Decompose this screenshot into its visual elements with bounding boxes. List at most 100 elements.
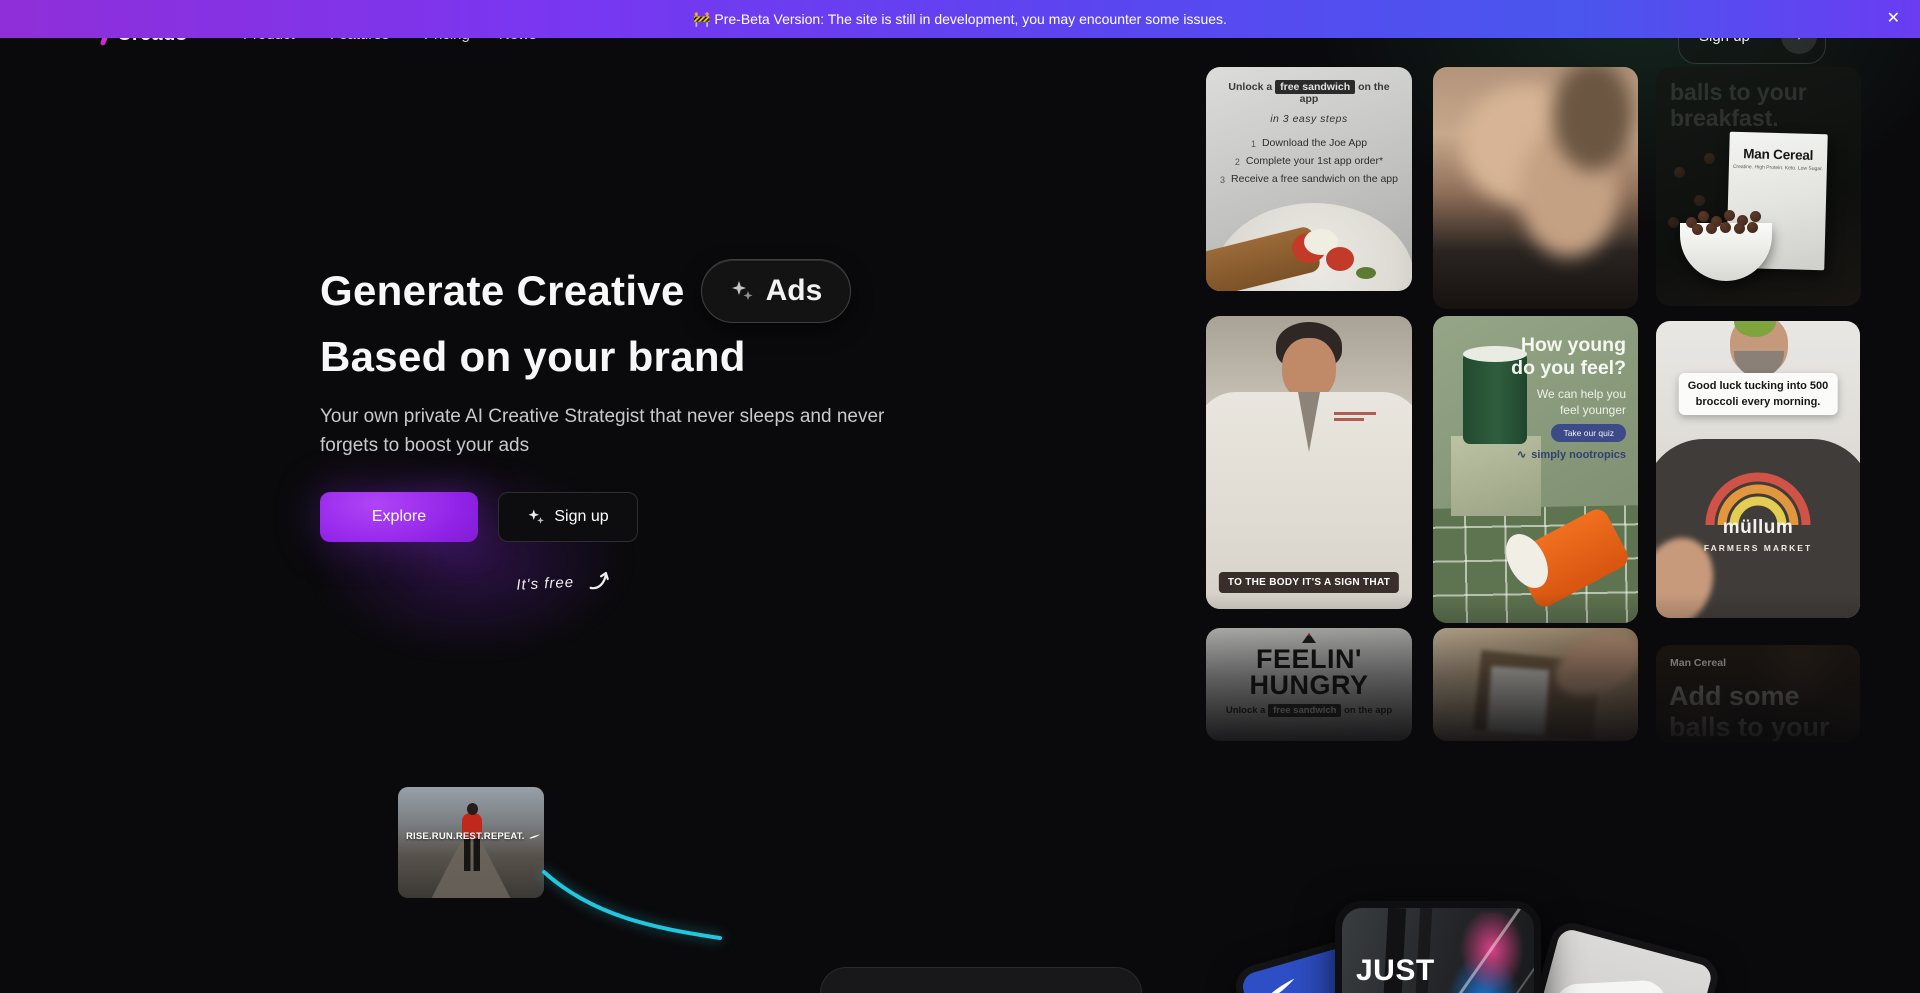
ad-card-nootropics: How young do you feel? We can help you f… xyxy=(1433,316,1638,623)
broccoli-caption-line2: broccoli every morning. xyxy=(1696,396,1821,408)
sandwich-headline-pre: Unlock a xyxy=(1228,81,1272,93)
hero-signup-label: Sign up xyxy=(554,508,608,526)
sandwich-steps-list: 1 Download the Joe App 2 Complete your 1… xyxy=(1216,135,1402,189)
step-number: 3 xyxy=(1220,171,1225,189)
sandwich-step: 1 Download the Joe App xyxy=(1216,135,1402,153)
prebeta-banner: 🚧 Pre-Beta Version: The site is still in… xyxy=(0,0,1920,38)
broccoli-caption-line1: Good luck tucking into 500 xyxy=(1688,380,1829,392)
nootropics-sub-line2: feel younger xyxy=(1560,403,1626,417)
ads-badge: Ads xyxy=(701,259,852,323)
tee-sub-text: FARMERS MARKET xyxy=(1656,543,1860,553)
nootropics-headline: How young do you feel? xyxy=(1511,334,1626,380)
tee-brand-text: müllum xyxy=(1656,517,1860,539)
hero-subtitle-line2: forgets to boost your ads xyxy=(320,435,529,456)
step-text: Complete your 1st app order* xyxy=(1246,153,1383,171)
nootropics-sub-line1: We can help you xyxy=(1537,387,1626,401)
hungry-line2: HUNGRY xyxy=(1249,670,1368,700)
sandwich-headline: Unlock a free sandwich on the app xyxy=(1218,81,1400,105)
nike-ad-text: RISE.RUN.REST.REPEAT. xyxy=(406,831,540,842)
nike-swoosh-icon xyxy=(1259,977,1300,993)
nootropics-headline-line1: How young xyxy=(1521,334,1626,356)
runner-legs-graphic xyxy=(464,837,480,871)
hair-blur-shape xyxy=(1553,67,1633,171)
jdi-line1: JUST xyxy=(1356,954,1435,987)
ad-card-doctor-video: TO THE BODY IT'S A SIGN THAT xyxy=(1206,316,1412,609)
cereal-ball xyxy=(1706,223,1717,234)
doctor-embroidery-graphic xyxy=(1334,412,1376,415)
cereal-ball xyxy=(1747,222,1758,233)
sandwich-headline-highlight: free sandwich xyxy=(1275,80,1355,94)
step-text: Receive a free sandwich on the app xyxy=(1231,171,1398,189)
hungry-sub-post: on the app xyxy=(1344,705,1392,716)
cereal-ball xyxy=(1668,217,1679,228)
cereal-brand-label: Man Cereal xyxy=(1670,657,1726,669)
cereal-ball xyxy=(1724,210,1735,221)
ad-card-sandwich-steps: Unlock a free sandwich on the app in 3 e… xyxy=(1206,67,1412,291)
tomato-graphic xyxy=(1326,247,1354,271)
free-note-text: It's free xyxy=(516,573,575,593)
sandwich-step: 3 Receive a free sandwich on the app xyxy=(1216,171,1402,189)
box-label-graphic xyxy=(1487,666,1549,736)
runner-head-graphic xyxy=(467,803,478,815)
ad-card-man-cereal-box: balls to your breakfast. Man Cereal Crea… xyxy=(1656,67,1861,306)
broccoli-caption: Good luck tucking into 500 broccoli ever… xyxy=(1679,373,1838,415)
hero-signup-button[interactable]: Sign up xyxy=(498,492,638,542)
free-note: It's free xyxy=(516,543,1080,596)
step-text: Download the Joe App xyxy=(1262,135,1367,153)
cereal-ball xyxy=(1692,224,1703,235)
ad-card-hands-video xyxy=(1433,67,1638,309)
hungry-subline: Unlock a free sandwich on the app xyxy=(1206,705,1412,716)
basil-graphic xyxy=(1356,267,1376,279)
doctor-embroidery-graphic xyxy=(1334,418,1364,421)
cereal-big-text: Add some balls to your breakfast. xyxy=(1669,681,1830,743)
ads-gallery: Unlock a free sandwich on the app in 3 e… xyxy=(1206,67,1864,743)
fan-card-photo: JUST DO IT xyxy=(1342,908,1534,993)
close-icon[interactable]: ✕ xyxy=(1887,11,1900,27)
nike-slogan: RISE.RUN.REST.REPEAT. xyxy=(406,831,525,842)
cereal-faded-headline: balls to your breakfast. xyxy=(1670,79,1807,131)
curved-arrow-icon xyxy=(585,568,612,593)
hero-subtitle: Your own private AI Creative Strategist … xyxy=(320,402,1080,460)
doctor-caption: TO THE BODY IT'S A SIGN THAT xyxy=(1219,572,1399,593)
bottom-panel xyxy=(820,967,1142,993)
cereal-ball xyxy=(1750,211,1761,222)
sparkles-icon xyxy=(527,508,545,526)
hero-title-text: Generate Creative xyxy=(320,267,685,315)
cereal-box-brand: Man Cereal xyxy=(1729,146,1827,164)
step-number: 2 xyxy=(1235,153,1240,171)
phone-cards-fan: MADE JUST DO IT xyxy=(1255,893,1635,993)
hungry-sub-pre: Unlock a xyxy=(1226,705,1266,716)
sparkles-icon xyxy=(730,279,754,303)
jdi-line2: DO IT xyxy=(1356,988,1439,993)
ad-card-man-cereal-text: Man Cereal Add some balls to your breakf… xyxy=(1656,645,1860,743)
teal-connector-line xyxy=(538,858,738,953)
nootropics-brand-text: simply nootropics xyxy=(1531,449,1626,461)
hero-subtitle-line1: Your own private AI Creative Strategist … xyxy=(320,406,884,427)
doctor-face-graphic xyxy=(1282,338,1336,400)
explore-button[interactable]: Explore xyxy=(320,492,478,542)
nootropics-subtext: We can help you feel younger xyxy=(1537,386,1626,418)
sandwich-subline: in 3 easy steps xyxy=(1206,113,1412,125)
just-do-it-text: JUST DO IT xyxy=(1356,954,1439,993)
hero-title-line1: Generate Creative Ads xyxy=(320,258,1080,324)
nike-swoosh-icon xyxy=(529,832,540,841)
nike-ad-thumbnail: RISE.RUN.REST.REPEAT. xyxy=(398,787,544,898)
cereal-box-tagline: Creatine. High Protein. Keto. Low Sugar. xyxy=(1729,164,1827,173)
hungry-sub-highlight: free sandwich xyxy=(1268,704,1341,717)
cereal-line2: balls to your xyxy=(1669,712,1830,742)
step-number: 1 xyxy=(1251,135,1256,153)
ad-card-broccoli-video: müllum FARMERS MARKET Good luck tucking … xyxy=(1656,321,1860,618)
ad-card-feelin-hungry: FEELIN' HUNGRY Unlock a free sandwich on… xyxy=(1206,628,1412,741)
nootropics-logo-icon: ∿ xyxy=(1517,448,1526,461)
joe-logo-icon xyxy=(1302,633,1316,643)
hero-title-line2: Based on your brand xyxy=(320,330,1080,384)
cereal-line1: Add some xyxy=(1669,681,1800,711)
prebeta-banner-text: 🚧 Pre-Beta Version: The site is still in… xyxy=(693,11,1227,28)
cereal-balls-in-bowl xyxy=(1682,209,1772,235)
cereal-faded-line2: breakfast. xyxy=(1670,105,1779,131)
take-quiz-button[interactable]: Take our quiz xyxy=(1551,424,1626,442)
cereal-ball xyxy=(1674,167,1685,178)
cereal-ball xyxy=(1694,195,1705,206)
nootropics-headline-line2: do you feel? xyxy=(1511,357,1626,379)
hero-buttons: Explore Sign up xyxy=(320,492,1080,542)
